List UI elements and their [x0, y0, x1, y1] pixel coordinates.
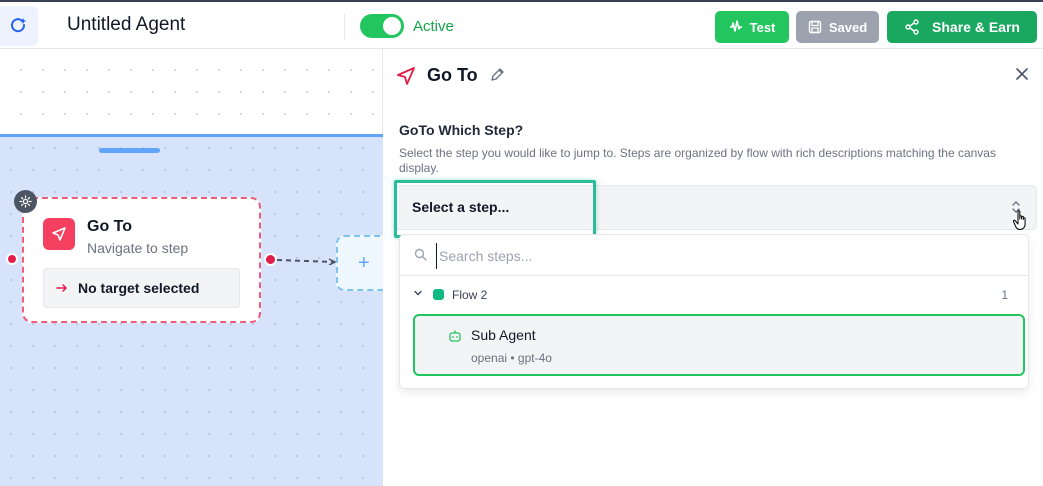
- test-button[interactable]: Test: [715, 11, 789, 43]
- header-divider: [344, 14, 345, 40]
- agent-title[interactable]: Untitled Agent: [67, 14, 185, 36]
- node-settings-button[interactable]: [14, 190, 37, 213]
- waveform-icon: [729, 20, 742, 32]
- plus-icon: +: [358, 251, 370, 274]
- search-steps-input[interactable]: [436, 243, 996, 269]
- arrow-right-icon: [56, 284, 68, 292]
- step-dropdown: Flow 2 1 Sub Agent openai • gpt-4o: [399, 234, 1029, 389]
- saved-button[interactable]: Saved: [796, 11, 879, 43]
- node-target-chip[interactable]: No target selected: [43, 268, 240, 308]
- node-output-port[interactable]: [264, 253, 277, 266]
- close-icon[interactable]: [1015, 67, 1029, 81]
- flow-name: Flow 2: [452, 288, 488, 302]
- flow-step-count: 1: [1001, 288, 1008, 302]
- navigation-arrow-icon: [397, 67, 415, 85]
- flow-color-dot: [433, 289, 444, 300]
- chevron-down-icon[interactable]: [413, 288, 423, 298]
- step-title: Sub Agent: [471, 327, 536, 343]
- bot-icon: [449, 330, 461, 342]
- save-icon: [808, 20, 822, 34]
- step-model-meta: openai • gpt-4o: [471, 351, 552, 365]
- question-label: GoTo Which Step?: [399, 122, 524, 138]
- sparkle-refresh-icon: [11, 18, 26, 33]
- node-navigation-icon-box: [43, 218, 75, 250]
- toggle-knob: [383, 17, 401, 35]
- hand-pointer-icon: [1012, 210, 1026, 231]
- question-description: Select the step you would like to jump t…: [399, 146, 996, 175]
- flow-drag-handle[interactable]: [99, 148, 160, 153]
- node-target-label: No target selected: [78, 280, 200, 296]
- step-select-value: Select a step...: [412, 199, 510, 215]
- connection-edge: [277, 258, 337, 265]
- node-config-panel: Go To GoTo Which Step? Select the step y…: [383, 49, 1043, 486]
- flow-canvas[interactable]: Go To Navigate to step No target selecte…: [0, 49, 396, 486]
- test-button-label: Test: [749, 19, 776, 35]
- active-toggle[interactable]: [360, 14, 404, 38]
- search-icon: [414, 248, 427, 261]
- gear-icon: [19, 195, 32, 208]
- step-option-sub-agent[interactable]: Sub Agent openai • gpt-4o: [413, 314, 1025, 376]
- flow-group-header[interactable]: Flow 2 1: [400, 283, 1028, 307]
- top-bar: Untitled Agent Active Test Saved Share &…: [0, 0, 1043, 49]
- app-logo-button[interactable]: [0, 6, 38, 46]
- search-row: [400, 235, 1028, 276]
- saved-button-label: Saved: [828, 19, 868, 35]
- pencil-edit-icon[interactable]: [489, 67, 505, 83]
- node-title: Go To: [87, 218, 133, 235]
- share-earn-button[interactable]: Share & Earn: [887, 11, 1037, 43]
- goto-node[interactable]: Go To Navigate to step No target selecte…: [22, 197, 261, 323]
- node-input-port[interactable]: [6, 253, 18, 265]
- share-earn-label: Share & Earn: [932, 19, 1020, 35]
- status-label: Active: [413, 18, 454, 35]
- navigation-arrow-icon: [52, 227, 66, 241]
- share-icon: [905, 19, 919, 35]
- panel-title: Go To: [427, 65, 478, 85]
- node-subtitle: Navigate to step: [87, 240, 189, 256]
